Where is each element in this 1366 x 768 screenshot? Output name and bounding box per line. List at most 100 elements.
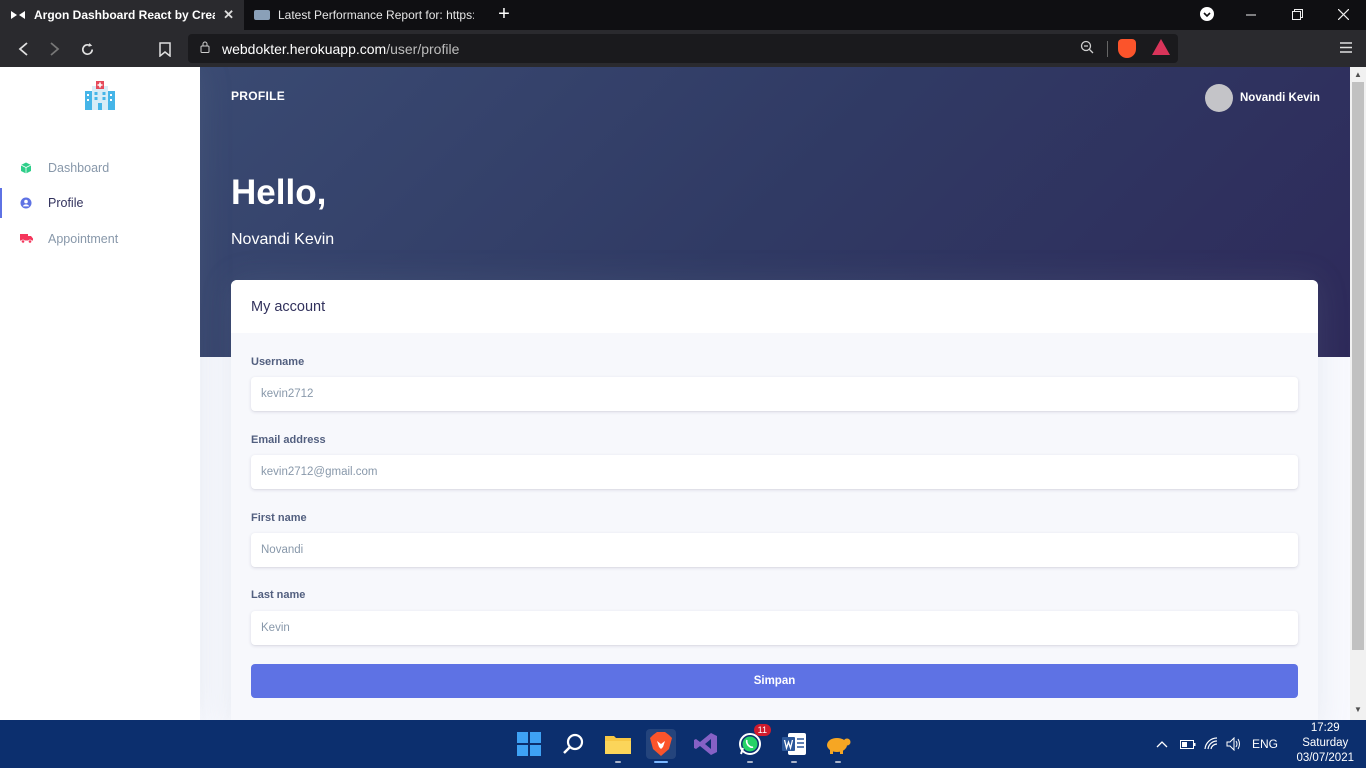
gtmetrix-favicon-icon — [254, 7, 270, 23]
email-label: Email address — [251, 434, 326, 446]
truck-icon — [20, 233, 33, 245]
chevron-down-icon — [1200, 6, 1214, 24]
scrollbar-thumb[interactable] — [1352, 82, 1364, 650]
visual-studio-icon — [694, 733, 717, 755]
tab-performance-report[interactable]: Latest Performance Report for: https:/ — [244, 0, 484, 30]
url-path: /user/profile — [386, 40, 460, 57]
bookmark-icon — [159, 41, 171, 57]
argon-favicon-icon — [10, 7, 26, 23]
tab-title: Argon Dashboard React by Creati — [34, 8, 216, 22]
new-tab-button[interactable]: + — [494, 4, 514, 26]
first-name-field[interactable]: Novandi — [251, 533, 1298, 567]
close-window-button[interactable] — [1320, 0, 1366, 30]
search-button[interactable] — [559, 729, 589, 759]
sidebar-item-appointment[interactable]: Appointment — [0, 222, 200, 256]
avatar — [1205, 84, 1233, 112]
user-menu[interactable]: Novandi Kevin — [1205, 84, 1320, 112]
wifi-icon — [1204, 737, 1218, 750]
running-indicator — [747, 761, 753, 763]
app-button[interactable] — [823, 729, 853, 763]
browser-tab-strip: Argon Dashboard React by Creati ✕ Latest… — [0, 0, 1366, 30]
network-indicator[interactable] — [1204, 720, 1220, 768]
page-scrollbar[interactable]: ▲ ▼ — [1350, 67, 1366, 720]
user-name: Novandi Kevin — [1240, 92, 1320, 104]
url-host: webdokter.herokuapp.com — [222, 40, 387, 57]
brave-rewards-icon[interactable] — [1152, 39, 1170, 55]
tab-title: Latest Performance Report for: https:/ — [278, 8, 474, 22]
language-indicator[interactable]: ENG — [1252, 720, 1278, 768]
folder-icon — [605, 736, 631, 754]
reload-button[interactable] — [76, 38, 98, 60]
menu-button[interactable] — [1340, 40, 1352, 58]
clock-day: Saturday — [1302, 737, 1349, 749]
show-hidden-icons-button[interactable] — [1156, 720, 1168, 768]
last-name-label: Last name — [251, 589, 306, 601]
account-card: My account Username kevin2712 Email addr… — [231, 280, 1318, 720]
restore-button[interactable] — [1274, 0, 1320, 30]
chevron-up-icon — [1156, 741, 1168, 748]
greeting-heading: Hello, — [231, 173, 327, 212]
system-clock[interactable]: 17:29 Saturday 03/07/2021 — [1296, 721, 1354, 766]
address-bar[interactable]: webdokter.herokuapp.com/user/profile — [188, 34, 1178, 63]
minimize-icon — [1246, 7, 1256, 23]
username-field[interactable]: kevin2712 — [251, 377, 1298, 411]
tab-search-button[interactable] — [1184, 0, 1230, 30]
windows-icon — [517, 732, 541, 756]
page-viewport: Dashboard Profile Appointment PROFILE No… — [0, 67, 1366, 720]
scroll-up-icon[interactable]: ▲ — [1353, 70, 1363, 79]
reload-icon — [81, 42, 93, 55]
clock-time: 17:29 — [1310, 722, 1340, 734]
card-title: My account — [231, 280, 1318, 333]
sidebar-item-dashboard[interactable]: Dashboard — [0, 151, 200, 185]
browser-toolbar: webdokter.herokuapp.com/user/profile — [0, 30, 1366, 67]
sidebar-item-profile[interactable]: Profile — [0, 186, 200, 220]
battery-icon — [1180, 739, 1196, 749]
first-name-label: First name — [251, 512, 307, 524]
brave-shields-icon[interactable] — [1118, 39, 1136, 58]
restore-icon — [1291, 7, 1303, 23]
page-title[interactable]: PROFILE — [231, 89, 285, 103]
running-indicator — [791, 761, 797, 763]
forward-icon — [50, 42, 60, 56]
visual-studio-button[interactable] — [691, 729, 721, 759]
running-indicator — [615, 761, 621, 763]
tab-argon-dashboard[interactable]: Argon Dashboard React by Creati ✕ — [0, 0, 244, 30]
zoom-icon[interactable] — [1080, 40, 1094, 57]
scroll-down-icon[interactable]: ▼ — [1353, 705, 1363, 714]
windows-start-button[interactable] — [514, 729, 544, 759]
taskbar: 11 ENG 17:29 Saturday 03/07/2021 — [0, 720, 1366, 768]
running-indicator — [835, 761, 841, 763]
battery-indicator[interactable] — [1180, 720, 1196, 768]
minimize-button[interactable] — [1228, 0, 1274, 30]
search-icon — [563, 733, 584, 754]
sidebar-item-label: Profile — [48, 196, 84, 210]
greeting-name: Novandi Kevin — [231, 231, 335, 248]
volume-indicator[interactable] — [1226, 720, 1242, 768]
turtle-icon — [827, 738, 851, 754]
brave-browser-button[interactable] — [646, 729, 676, 763]
speaker-icon — [1226, 737, 1240, 751]
file-explorer-button[interactable] — [603, 729, 633, 763]
sidebar: Dashboard Profile Appointment — [0, 67, 200, 720]
username-label: Username — [251, 356, 305, 368]
bookmark-button[interactable] — [154, 38, 176, 60]
lock-icon — [200, 41, 212, 56]
sidebar-item-label: Dashboard — [48, 161, 110, 175]
save-button[interactable]: Simpan — [251, 664, 1298, 698]
last-name-field[interactable]: Kevin — [251, 611, 1298, 645]
user-icon — [20, 197, 32, 209]
back-icon — [18, 42, 28, 56]
close-icon — [1337, 7, 1349, 23]
word-icon — [782, 733, 806, 755]
back-button[interactable] — [12, 38, 34, 60]
hospital-logo-icon[interactable] — [84, 81, 116, 111]
divider — [1107, 41, 1108, 57]
whatsapp-button[interactable]: 11 — [735, 724, 771, 763]
forward-button[interactable] — [44, 38, 66, 60]
tab-close-icon[interactable]: ✕ — [223, 7, 234, 23]
email-field[interactable]: kevin2712@gmail.com — [251, 455, 1298, 489]
hamburger-icon — [1340, 42, 1352, 53]
brave-icon — [650, 732, 672, 756]
word-button[interactable] — [779, 729, 809, 763]
notification-badge: 11 — [753, 724, 771, 736]
